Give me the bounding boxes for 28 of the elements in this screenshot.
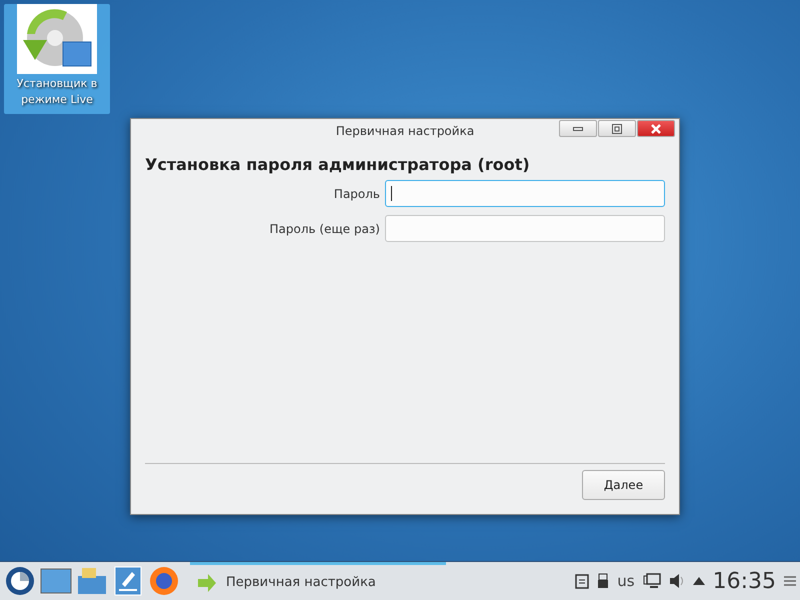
password-field[interactable] <box>385 180 665 207</box>
desktop-icon-label: Установщик в режиме Live <box>16 76 98 108</box>
clipboard-icon[interactable] <box>575 573 590 589</box>
menu-icon[interactable] <box>784 576 796 586</box>
window-title: Первичная настройка <box>336 124 474 138</box>
app-menu-icon[interactable] <box>4 565 36 597</box>
speaker-icon[interactable] <box>668 573 685 589</box>
close-icon <box>651 124 661 134</box>
browser-icon[interactable] <box>148 565 180 597</box>
section-heading: Установка пароля администратора (root) <box>145 155 531 174</box>
keyboard-layout[interactable]: us <box>617 572 635 590</box>
field-label: Пароль <box>332 186 380 200</box>
next-button[interactable]: Далее <box>582 470 665 500</box>
clock: 16:35 <box>712 568 776 594</box>
minimize-button[interactable] <box>559 120 597 137</box>
network-icon[interactable] <box>642 573 661 589</box>
field-label: Пароль (еще раз) <box>268 222 380 236</box>
usb-drive-icon[interactable] <box>597 573 610 589</box>
maximize-icon <box>612 124 622 134</box>
arrow-icon <box>198 574 218 592</box>
caret-up-icon[interactable] <box>692 577 705 585</box>
maximize-button[interactable] <box>598 120 636 137</box>
text-editor-icon[interactable] <box>112 565 144 597</box>
close-button[interactable] <box>637 120 675 137</box>
minimize-icon <box>573 126 583 130</box>
task-label: Первичная настройка <box>226 575 376 590</box>
password-field[interactable] <box>385 215 665 242</box>
taskbar-task[interactable]: Первичная настройка <box>190 562 446 600</box>
